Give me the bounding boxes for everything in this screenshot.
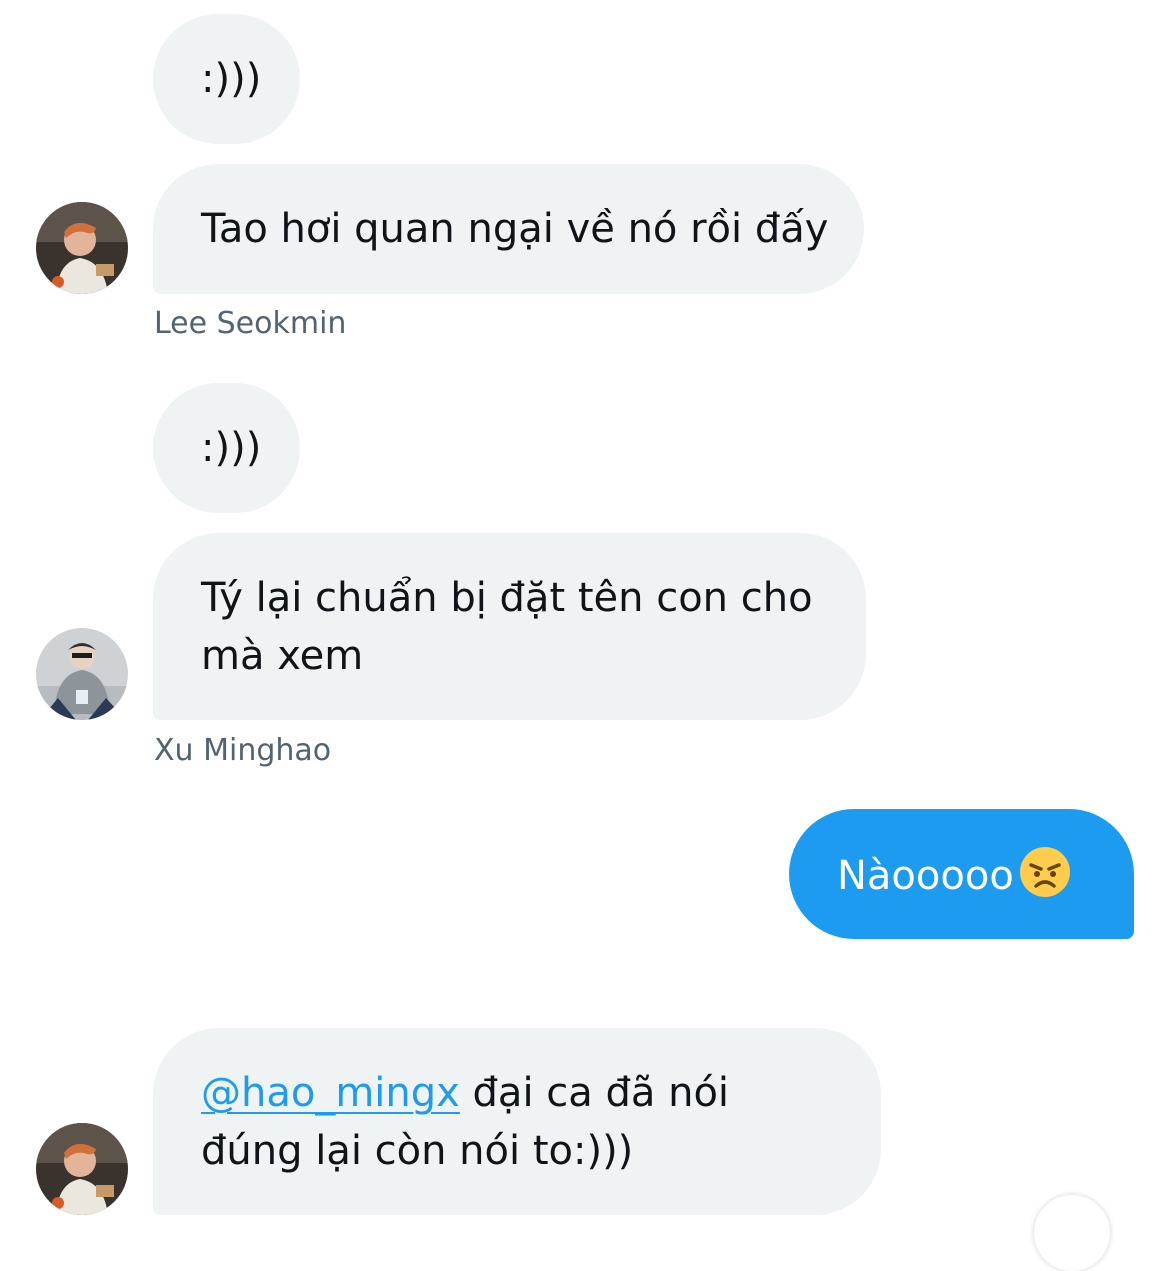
message-bubble-incoming[interactable]: @hao_mingx đại ca đã nói đúng lại còn nó…	[153, 1028, 881, 1215]
scroll-to-bottom-button[interactable]	[1034, 1195, 1110, 1271]
avatar-image	[36, 202, 128, 294]
message-text: Nàooooo	[837, 853, 1014, 899]
message-bubble-outgoing[interactable]: Nàooooo	[789, 809, 1134, 939]
message-text: :)))	[201, 425, 262, 471]
message-bubble-incoming[interactable]: Tao hơi quan ngại về nó rồi đấy	[153, 164, 864, 294]
sender-name[interactable]: Lee Seokmin	[154, 306, 346, 341]
message-bubble-incoming[interactable]: :)))	[153, 14, 300, 144]
message-text: Tao hơi quan ngại về nó rồi đấy	[201, 206, 829, 252]
avatar-xu-minghao[interactable]	[36, 628, 128, 720]
avatar-lee-seokmin[interactable]	[36, 202, 128, 294]
message-text: :)))	[201, 56, 262, 102]
mention-link[interactable]: @hao_mingx	[201, 1070, 460, 1116]
message-bubble-incoming[interactable]: :)))	[153, 383, 300, 513]
avatar-image	[36, 628, 128, 720]
avatar-lee-seokmin[interactable]	[36, 1123, 128, 1215]
angry-face-emoji-icon	[1018, 845, 1072, 899]
message-text: Tý lại chuẩn bị đặt tên con cho mà xem	[201, 575, 826, 679]
sender-name[interactable]: Xu Minghao	[154, 733, 331, 768]
avatar-image	[36, 1123, 128, 1215]
message-bubble-incoming[interactable]: Tý lại chuẩn bị đặt tên con cho mà xem	[153, 533, 866, 720]
